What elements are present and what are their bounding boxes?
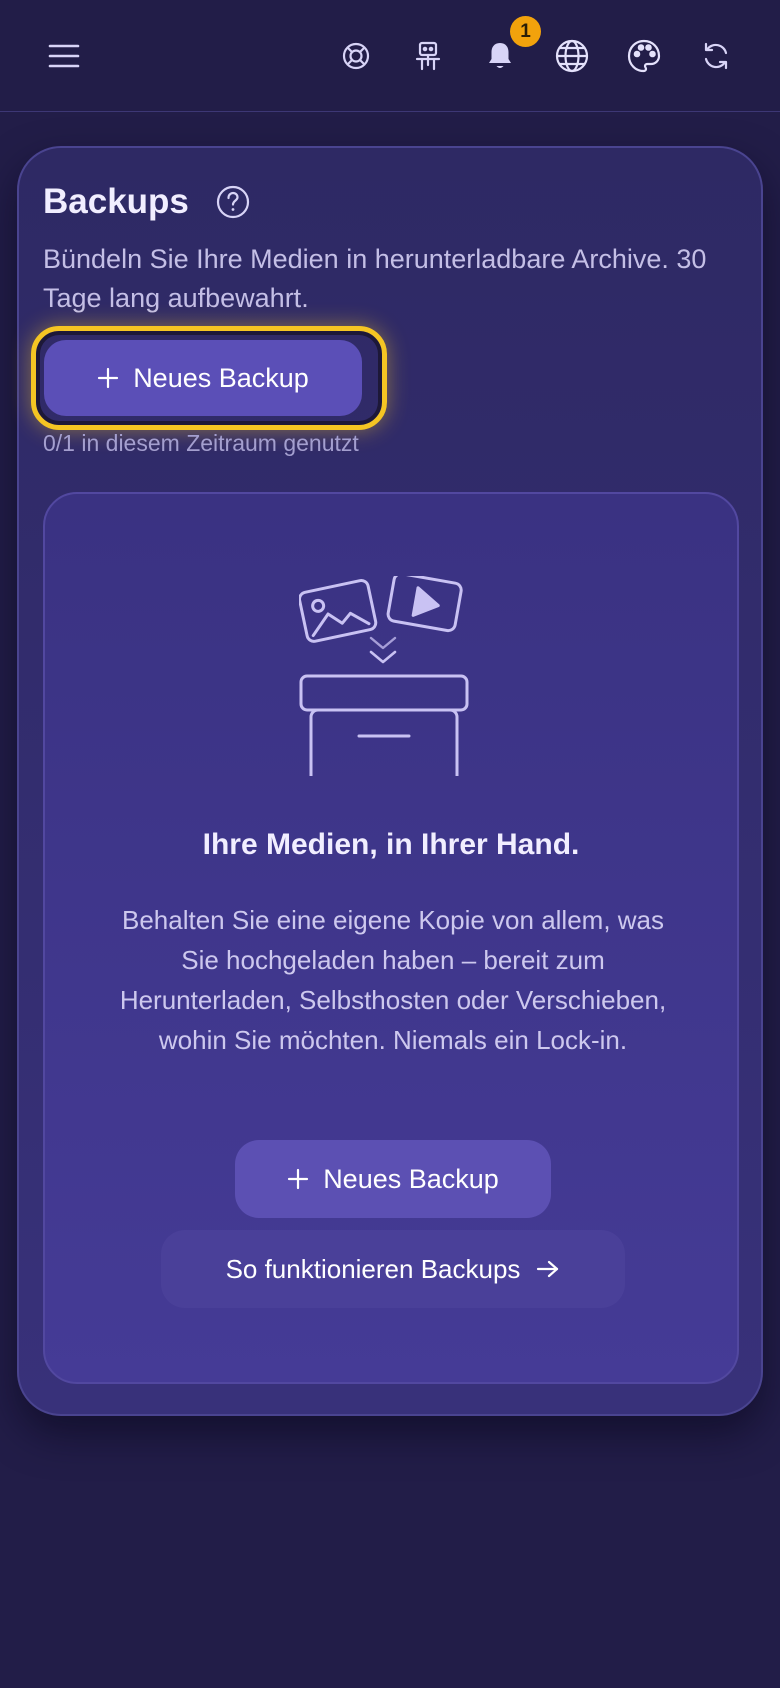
palette-icon[interactable] xyxy=(618,30,670,82)
plus-icon xyxy=(288,1168,309,1190)
page-title: Backups xyxy=(43,182,189,221)
plus-icon xyxy=(98,367,119,389)
hamburger-menu-icon[interactable] xyxy=(38,30,90,82)
empty-state-headline: Ihre Medien, in Ihrer Hand. xyxy=(202,828,580,861)
globe-icon[interactable] xyxy=(546,30,598,82)
new-backup-button-label: Neues Backup xyxy=(133,362,309,393)
empty-state-new-backup-label: Neues Backup xyxy=(323,1163,499,1194)
empty-state-panel: Ihre Medien, in Ihrer Hand. Behalten Sie… xyxy=(43,492,739,1384)
new-backup-button[interactable]: Neues Backup xyxy=(44,340,362,416)
top-bar: 1 xyxy=(0,0,780,112)
notification-count-badge: 1 xyxy=(510,16,541,47)
backups-card: Backups Bündeln Sie Ihre Medien in herun… xyxy=(17,146,763,1416)
how-backups-work-label: So funktionieren Backups xyxy=(225,1253,521,1284)
backups-description: Bündeln Sie Ihre Medien in herunterladba… xyxy=(43,244,707,313)
arrow-right-icon xyxy=(537,1260,559,1278)
lifebuoy-icon[interactable] xyxy=(330,30,382,82)
usage-counter: 0/1 in diesem Zeitraum genutzt xyxy=(43,430,359,456)
robot-icon[interactable] xyxy=(402,30,454,82)
archive-media-illustration-icon xyxy=(299,576,469,776)
refresh-icon[interactable] xyxy=(690,30,742,82)
empty-state-new-backup-button[interactable]: Neues Backup xyxy=(235,1140,551,1218)
how-backups-work-button[interactable]: So funktionieren Backups xyxy=(161,1230,625,1308)
help-icon[interactable] xyxy=(215,184,251,220)
empty-state-body: Behalten Sie eine eigene Kopie von allem… xyxy=(119,905,667,1055)
